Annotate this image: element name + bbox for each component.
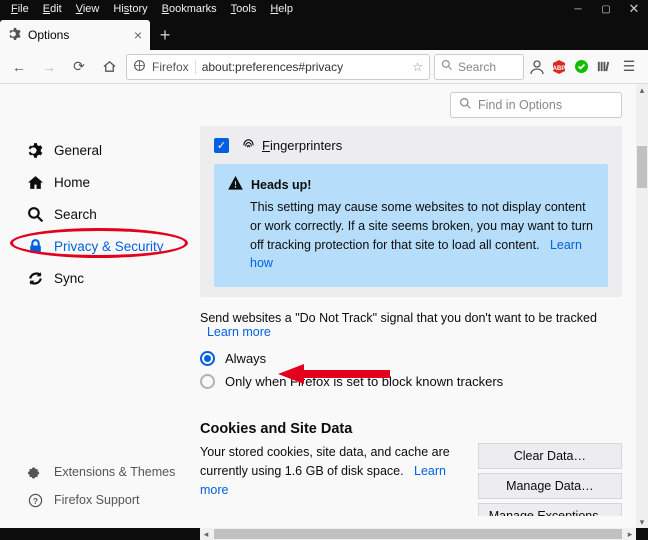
cookies-heading: Cookies and Site Data [200, 421, 622, 437]
new-tab-button[interactable]: + [150, 20, 180, 50]
menu-bookmarks[interactable]: Bookmarks [155, 1, 224, 17]
sidebar-item-label: Privacy & Security [54, 239, 164, 254]
gear-icon [8, 27, 22, 44]
close-button[interactable]: ✕ [620, 0, 648, 18]
sidebar-item-label: Search [54, 207, 97, 222]
find-placeholder: Find in Options [478, 98, 562, 112]
dnt-option-only-blocking[interactable]: Only when Firefox is set to block known … [200, 370, 622, 393]
scroll-right-icon[interactable]: ▸ [624, 528, 636, 540]
horizontal-scrollbar[interactable]: ◂ ▸ [200, 528, 636, 540]
sidebar-item-search[interactable]: Search [18, 198, 188, 230]
menu-help[interactable]: Help [263, 1, 300, 17]
search-icon [26, 205, 44, 223]
dnt-learn-more-link[interactable]: Learn more [207, 325, 271, 339]
main-panel: ✓ Fingerprinters Heads up! This setting … [200, 126, 622, 516]
clear-data-button[interactable]: Clear Data… [478, 443, 622, 469]
menu-history[interactable]: History [106, 1, 154, 17]
scroll-up-icon[interactable]: ▴ [636, 84, 648, 96]
sidebar-item-label: Home [54, 175, 90, 190]
forward-button[interactable]: → [36, 54, 62, 80]
sync-icon [26, 269, 44, 287]
sidebar-item-label: Firefox Support [54, 493, 139, 507]
library-icon[interactable] [594, 58, 612, 76]
account-icon[interactable] [528, 58, 546, 76]
sidebar: General Home Search Privacy & Security S… [18, 134, 188, 294]
scroll-left-icon[interactable]: ◂ [200, 528, 212, 540]
sidebar-item-sync[interactable]: Sync [18, 262, 188, 294]
search-bar[interactable]: Search [434, 54, 524, 80]
menu-edit[interactable]: Edit [36, 1, 69, 17]
sidebar-extensions[interactable]: Extensions & Themes [18, 458, 188, 486]
cookies-text: Your stored cookies, site data, and cach… [200, 445, 450, 478]
vertical-scrollbar[interactable]: ▴ ▾ [636, 84, 648, 528]
search-placeholder: Search [458, 60, 496, 74]
minimize-button[interactable]: ─ [564, 0, 592, 18]
manage-exceptions-button[interactable]: Manage Exceptions… [478, 503, 622, 516]
home-button[interactable] [96, 54, 122, 80]
sidebar-item-privacy[interactable]: Privacy & Security [18, 230, 188, 262]
menu-view[interactable]: View [69, 1, 107, 17]
dnt-label: Send websites a "Do Not Track" signal th… [200, 311, 597, 325]
fingerprinters-panel: ✓ Fingerprinters Heads up! This setting … [200, 126, 622, 297]
url-text: about:preferences#privacy [202, 60, 343, 74]
sidebar-item-label: Sync [54, 271, 84, 286]
manage-data-button[interactable]: Manage Data… [478, 473, 622, 499]
scrollbar-thumb[interactable] [637, 146, 647, 188]
svg-text:ABP: ABP [553, 66, 566, 72]
sidebar-item-label: General [54, 143, 102, 158]
menu-file[interactable]: File [4, 1, 36, 17]
puzzle-icon [26, 463, 44, 481]
sidebar-item-home[interactable]: Home [18, 166, 188, 198]
gear-icon [26, 141, 44, 159]
sidebar-item-general[interactable]: General [18, 134, 188, 166]
radio-label: Always [225, 351, 266, 366]
search-icon [441, 59, 453, 74]
radio-icon[interactable] [200, 374, 215, 389]
abp-icon[interactable]: ABP [550, 58, 568, 76]
radio-label: Only when Firefox is set to block known … [225, 374, 503, 389]
tab-title: Options [28, 28, 69, 42]
radio-icon[interactable] [200, 351, 215, 366]
menu-button[interactable]: ☰ [616, 54, 642, 80]
url-bar[interactable]: Firefox about:preferences#privacy ☆ [126, 54, 430, 80]
tab-close-icon[interactable]: × [134, 27, 142, 43]
lock-icon [26, 237, 44, 255]
maximize-button[interactable]: ▢ [592, 0, 620, 18]
tab-options[interactable]: Options × [0, 20, 150, 50]
alert-body-text: This setting may cause some websites to … [250, 200, 593, 252]
tab-bar: Options × + [0, 18, 648, 50]
scrollbar-thumb[interactable] [214, 529, 622, 539]
search-icon [459, 97, 472, 113]
reload-button[interactable]: ⟳ [66, 54, 92, 80]
url-identity: Firefox [152, 60, 196, 74]
content-area: Find in Options General Home Search Priv… [0, 84, 636, 528]
scroll-down-icon[interactable]: ▾ [636, 516, 648, 528]
fingerprint-icon [241, 136, 256, 154]
warning-icon [228, 176, 243, 194]
status-ok-icon[interactable] [572, 58, 590, 76]
firefox-icon [133, 59, 146, 75]
help-icon: ? [26, 491, 44, 509]
menu-tools[interactable]: Tools [224, 1, 264, 17]
sidebar-support[interactable]: ? Firefox Support [18, 486, 188, 514]
back-button[interactable]: ← [6, 54, 32, 80]
toolbar: ← → ⟳ Firefox about:preferences#privacy … [0, 50, 648, 84]
fingerprinters-checkbox[interactable]: ✓ [214, 138, 229, 153]
find-in-options[interactable]: Find in Options [450, 92, 622, 118]
bookmark-star-icon[interactable]: ☆ [412, 60, 423, 74]
svg-text:?: ? [32, 495, 37, 505]
menubar: File Edit View History Bookmarks Tools H… [0, 0, 648, 18]
fingerprinters-label: Fingerprinters [262, 138, 342, 153]
heads-up-alert: Heads up! This setting may cause some we… [214, 164, 608, 287]
sidebar-footer: Extensions & Themes ? Firefox Support [18, 458, 188, 514]
sidebar-item-label: Extensions & Themes [54, 465, 175, 479]
window-controls: ─ ▢ ✕ [564, 0, 648, 18]
home-icon [26, 173, 44, 191]
alert-heading: Heads up! [251, 178, 311, 192]
dnt-option-always[interactable]: Always [200, 347, 622, 370]
